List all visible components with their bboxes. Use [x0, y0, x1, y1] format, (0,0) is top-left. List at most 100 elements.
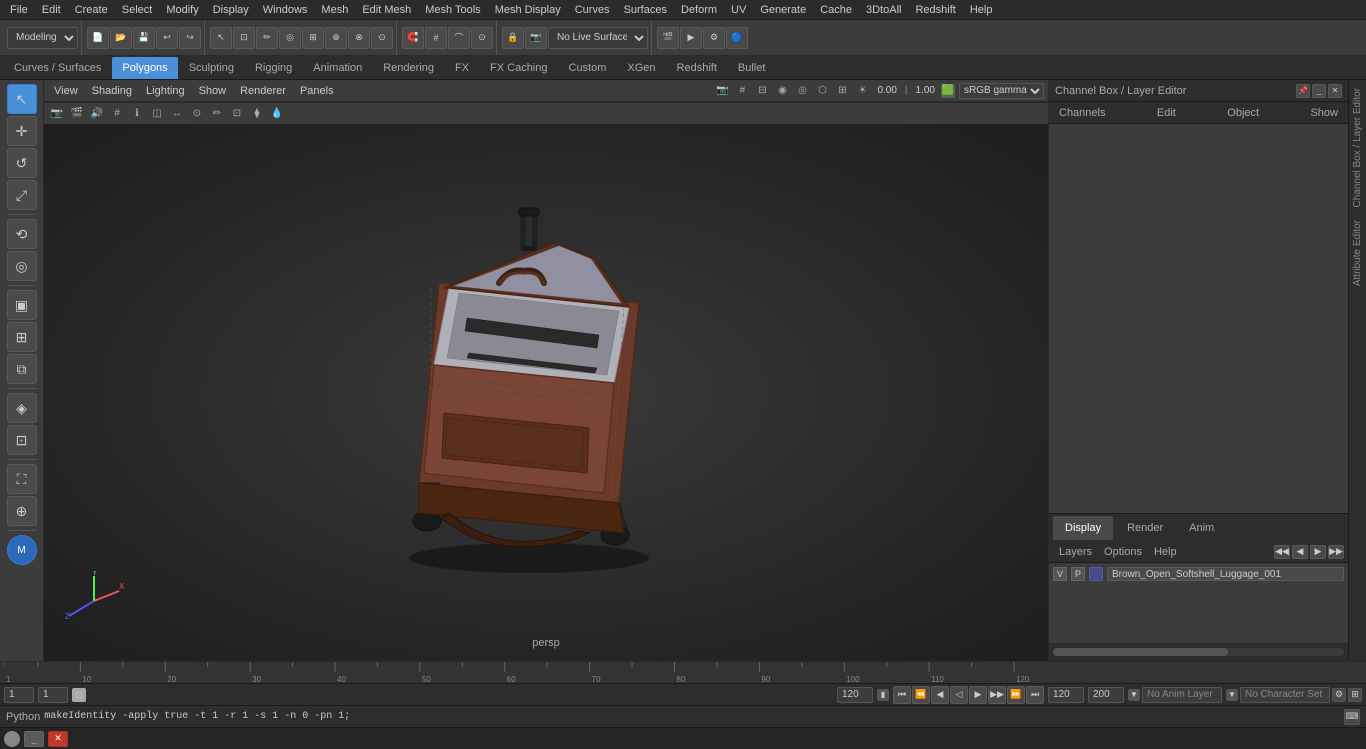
- layer-row[interactable]: V P Brown_Open_Softshell_Luggage_001: [1049, 563, 1348, 585]
- display-tab-render[interactable]: Render: [1115, 516, 1175, 540]
- tab-animation[interactable]: Animation: [303, 57, 372, 79]
- anim-layer-dropdown-btn[interactable]: ▼: [1128, 689, 1140, 701]
- anim-layer-selector[interactable]: No Anim Layer: [1142, 687, 1222, 703]
- universal-tool-btn[interactable]: ⟲: [7, 219, 37, 249]
- film-icon[interactable]: 🎬: [68, 105, 86, 123]
- lasso-btn[interactable]: ⊡: [233, 27, 255, 49]
- color-icon[interactable]: 🟩: [941, 84, 955, 98]
- total-frames-input[interactable]: [1088, 687, 1124, 703]
- menu-file[interactable]: File: [4, 0, 34, 20]
- close-btn[interactable]: ✕: [48, 731, 68, 747]
- snap3-btn[interactable]: ⊙: [371, 27, 393, 49]
- display-tab-anim[interactable]: Anim: [1177, 516, 1226, 540]
- render-settings-btn[interactable]: ⚙: [703, 27, 725, 49]
- snap-curve-btn[interactable]: ⧉: [7, 354, 37, 384]
- play-fwd-btn[interactable]: ▶: [969, 686, 987, 704]
- menu-mesh-display[interactable]: Mesh Display: [489, 0, 567, 20]
- play-back-btn[interactable]: ◁: [950, 686, 968, 704]
- vp-menu-lighting[interactable]: Lighting: [140, 80, 191, 102]
- select-mode-btn[interactable]: ↖: [210, 27, 232, 49]
- tab-custom[interactable]: Custom: [559, 57, 617, 79]
- channel-box-close-btn[interactable]: ✕: [1328, 84, 1342, 98]
- audio-icon[interactable]: 🔊: [88, 105, 106, 123]
- magnet-btn[interactable]: 🧲: [402, 27, 424, 49]
- symmetry-btn[interactable]: ⊞: [302, 27, 324, 49]
- cloth-icon[interactable]: ⧫: [248, 105, 266, 123]
- tab-curves-surfaces[interactable]: Curves / Surfaces: [4, 57, 111, 79]
- tab-rigging[interactable]: Rigging: [245, 57, 302, 79]
- sculpt-icon[interactable]: ⊡: [228, 105, 246, 123]
- char-set-settings-btn[interactable]: ⚙: [1332, 688, 1346, 702]
- menu-windows[interactable]: Windows: [257, 0, 314, 20]
- python-label[interactable]: Python: [6, 711, 40, 723]
- channel-nav-show[interactable]: Show: [1304, 107, 1344, 119]
- channel-nav-object[interactable]: Object: [1221, 107, 1265, 119]
- menu-cache[interactable]: Cache: [814, 0, 858, 20]
- next-key-btn[interactable]: ⏩: [1007, 686, 1025, 704]
- move-tool-btn[interactable]: ✛: [7, 116, 37, 146]
- go-end-btn[interactable]: ⏭: [1026, 686, 1044, 704]
- save-file-btn[interactable]: 💾: [133, 27, 155, 49]
- new-file-btn[interactable]: 📄: [87, 27, 109, 49]
- range-marker[interactable]: ▮: [877, 689, 889, 701]
- edge-tab-channel-box[interactable]: Channel Box / Layer Editor: [1350, 84, 1365, 212]
- layers-nav-help[interactable]: Help: [1148, 546, 1183, 558]
- frame-indicator[interactable]: ▢: [72, 688, 86, 702]
- char-set-extra-btn[interactable]: ⊞: [1348, 688, 1362, 702]
- viewport-3d[interactable]: persp X Y Z: [44, 124, 1048, 661]
- layer-color-swatch[interactable]: [1089, 567, 1103, 581]
- maya-logo-btn[interactable]: M: [7, 535, 37, 565]
- camera-icon[interactable]: 📷: [713, 82, 731, 100]
- menu-help[interactable]: Help: [964, 0, 999, 20]
- live-surface-dropdown[interactable]: No Live Surface: [548, 27, 648, 49]
- python-icon[interactable]: ⌨: [1344, 709, 1360, 725]
- tab-sculpting[interactable]: Sculpting: [179, 57, 244, 79]
- tab-redshift[interactable]: Redshift: [667, 57, 727, 79]
- grid-icon[interactable]: #: [733, 82, 751, 100]
- curve-snap-btn[interactable]: ⌒: [448, 27, 470, 49]
- channel-box-pin-btn[interactable]: 📌: [1296, 84, 1310, 98]
- select-tool-btn[interactable]: ↖: [7, 84, 37, 114]
- region-render-btn[interactable]: ⊡: [7, 425, 37, 455]
- menu-uv[interactable]: UV: [725, 0, 752, 20]
- minimize-btn[interactable]: _: [24, 731, 44, 747]
- snap2-btn[interactable]: ⊗: [348, 27, 370, 49]
- go-start-btn[interactable]: ⏮: [893, 686, 911, 704]
- grid2-icon[interactable]: #: [108, 105, 126, 123]
- tab-polygons[interactable]: Polygons: [112, 57, 177, 79]
- render-view-btn[interactable]: ◈: [7, 393, 37, 423]
- menu-modify[interactable]: Modify: [160, 0, 204, 20]
- heads-up-icon[interactable]: ℹ: [128, 105, 146, 123]
- layer-scroll-left-btn[interactable]: ◀◀: [1274, 545, 1290, 559]
- menu-display[interactable]: Display: [207, 0, 255, 20]
- layer-scroll-prev-btn[interactable]: ◀: [1292, 545, 1308, 559]
- menu-generate[interactable]: Generate: [754, 0, 812, 20]
- point-snap-btn[interactable]: ⊙: [471, 27, 493, 49]
- tab-fx-caching[interactable]: FX Caching: [480, 57, 557, 79]
- snap-btn[interactable]: ⊕: [325, 27, 347, 49]
- paint-icon[interactable]: ✏: [208, 105, 226, 123]
- menu-redshift[interactable]: Redshift: [909, 0, 961, 20]
- tab-bullet[interactable]: Bullet: [728, 57, 776, 79]
- rotate-tool-btn[interactable]: ↺: [7, 148, 37, 178]
- prev-key-btn[interactable]: ⏪: [912, 686, 930, 704]
- menu-deform[interactable]: Deform: [675, 0, 723, 20]
- tab-rendering[interactable]: Rendering: [373, 57, 444, 79]
- lighting-icon[interactable]: ☀: [853, 82, 871, 100]
- wireframe-icon[interactable]: ⊟: [753, 82, 771, 100]
- menu-edit[interactable]: Edit: [36, 0, 67, 20]
- layer-visibility-btn[interactable]: V: [1053, 567, 1067, 581]
- menu-3dtall[interactable]: 3DtoAll: [860, 0, 907, 20]
- menu-curves[interactable]: Curves: [569, 0, 616, 20]
- layers-nav-options[interactable]: Options: [1098, 546, 1148, 558]
- menu-mesh[interactable]: Mesh: [315, 0, 354, 20]
- current-frame-input[interactable]: [4, 687, 34, 703]
- menu-edit-mesh[interactable]: Edit Mesh: [356, 0, 417, 20]
- soft-select-tool-btn[interactable]: ◎: [7, 251, 37, 281]
- camera-ortho-icon[interactable]: 📷: [48, 105, 66, 123]
- layer-name-bar[interactable]: Brown_Open_Softshell_Luggage_001: [1107, 567, 1344, 581]
- menu-select[interactable]: Select: [116, 0, 159, 20]
- channel-nav-edit[interactable]: Edit: [1151, 107, 1182, 119]
- play-range-end-input[interactable]: [1048, 687, 1084, 703]
- camera-btn[interactable]: 📷: [525, 27, 547, 49]
